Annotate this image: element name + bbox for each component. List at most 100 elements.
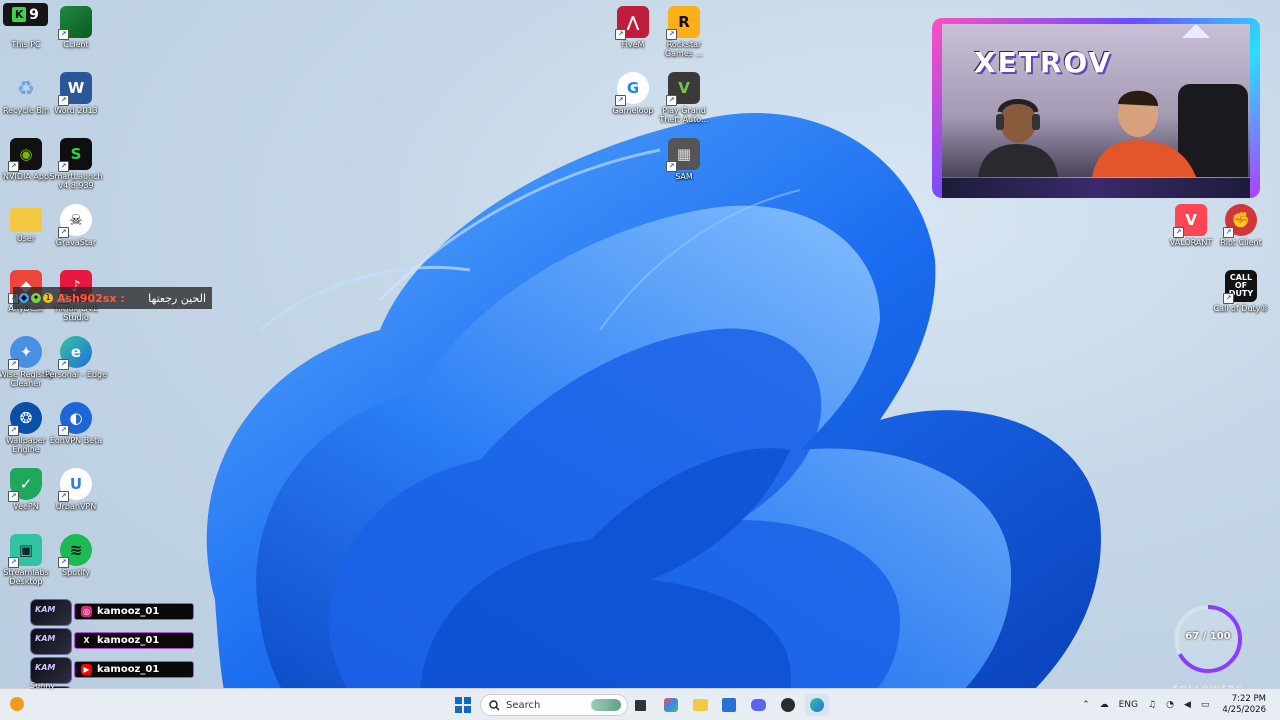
gameloop-icon: G ↗ xyxy=(615,72,649,106)
wallpaper-engine-icon: ❂ ↗ xyxy=(8,402,42,436)
chat-username: Ash902sx : xyxy=(57,291,125,305)
social-row-x: KAM X kamooz_01 xyxy=(24,628,194,655)
eonvpn-icon: ◐ ↗ xyxy=(58,402,92,436)
widgets-icon xyxy=(664,698,678,712)
badge-icon: ✦ xyxy=(31,293,41,303)
desktop-icon-client[interactable]: ↗ CLient xyxy=(44,4,108,66)
taskbar-app-obs[interactable] xyxy=(776,694,800,716)
desktop-icon-urbanvpn[interactable]: U ↗ UrbanVPN xyxy=(44,466,108,528)
social-handle: kamooz_01 xyxy=(97,664,160,675)
badge-icon: ◆ xyxy=(19,293,29,303)
taskbar-app-edge[interactable] xyxy=(805,694,829,716)
desktop-icon-gravastar[interactable]: ☠ ↗ GravaStar xyxy=(44,202,108,264)
desktop-icon-label: Word 2013 xyxy=(54,106,98,115)
desktop-icon-label: SmartLaunch v4.8.939 xyxy=(49,172,103,190)
veepn-shield-icon: ✓ ↗ xyxy=(8,468,42,502)
webcam-frame-bar xyxy=(942,178,1250,198)
streamer-1 xyxy=(978,99,1058,177)
kick-icon: K xyxy=(12,7,27,22)
folder-icon xyxy=(10,208,42,232)
desktop-icon-word-2013[interactable]: W ↗ Word 2013 xyxy=(44,70,108,132)
edge-icon: e ↗ xyxy=(58,336,92,370)
chat-overlay-message: ◆ ✦ 1 Ash902sx : الحين رجعتها xyxy=(13,287,212,309)
network-tray-icon[interactable]: ☁ xyxy=(1100,700,1109,710)
gravastar-icon: ☠ ↗ xyxy=(58,204,92,238)
social-row-instagram: KAM ◎ kamooz_01 xyxy=(24,599,194,626)
desktop-icon-label: CLient xyxy=(63,40,89,49)
system-tray: ⌃ ☁ ENG ♫ ◔ ◀ ▭ 7:22 PM 4/25/2026 xyxy=(1077,689,1280,720)
goal-count: 67 / 100 xyxy=(1185,631,1231,642)
desktop-icon-sam[interactable]: ▦ ↗ SAM xyxy=(652,136,716,198)
taskbar-app-file-explorer[interactable] xyxy=(688,694,712,716)
desktop-icon-gta[interactable]: V ↗ Play Grand Theft Auto... xyxy=(652,70,716,132)
taskbar-search[interactable]: Search xyxy=(480,694,628,716)
desktop-icon-smartlaunch[interactable]: S ↗ SmartLaunch v4.8.939 xyxy=(44,136,108,198)
desktop-icon-label: Riot Client xyxy=(1220,238,1262,247)
recycle-bin-icon: ♻ xyxy=(17,76,35,100)
sam-icon: ▦ ↗ xyxy=(666,138,700,172)
volume-icon[interactable]: ◀ xyxy=(1184,700,1191,710)
social-pill: ▶ kamooz_01 xyxy=(74,661,194,678)
social-pill: ◎ kamooz_01 xyxy=(74,603,194,620)
clock-time: 7:22 PM xyxy=(1231,694,1266,704)
search-placeholder: Search xyxy=(506,699,541,711)
word-icon: W ↗ xyxy=(58,72,92,106)
desktop: K 9 This PC ↗ CLient ♻ Recycle Bin W ↗ Wo… xyxy=(0,0,1280,720)
obs-icon xyxy=(781,698,795,712)
clock[interactable]: 7:22 PM 4/25/2026 xyxy=(1222,694,1266,716)
microphone-icon[interactable]: ♫ xyxy=(1148,700,1156,710)
wifi-icon[interactable]: ◔ xyxy=(1166,700,1174,710)
social-handle: kamooz_01 xyxy=(97,635,160,646)
desktop-icon-label: UrbanVPN xyxy=(55,502,97,511)
nvidia-icon: ◉ ↗ xyxy=(8,138,42,172)
desktop-icon-rockstar-games[interactable]: R ↗ Rockstar Games ... xyxy=(652,4,716,66)
fivem-icon: ⋀ ↗ xyxy=(615,6,649,40)
task-view-icon xyxy=(634,699,646,711)
desktop-icon-personal-edge[interactable]: e ↗ Personal - Edge xyxy=(44,334,108,396)
webcam-logo: XETROV xyxy=(974,46,1113,79)
taskbar-app-widgets[interactable] xyxy=(659,694,683,716)
desktop-icon-label: EonVPN Beta xyxy=(49,436,103,445)
desktop-icon-riot-client[interactable]: ✊ ↗ Riot Client xyxy=(1209,202,1273,264)
x-icon: X xyxy=(81,635,92,646)
taskbar-app-discord[interactable] xyxy=(746,694,770,716)
desktop-icon-label: Play Grand Theft Auto... xyxy=(659,106,709,124)
weather-sun-icon[interactable] xyxy=(10,697,24,711)
taskbar-app-store[interactable] xyxy=(717,694,741,716)
desktop-icon-call-of-duty[interactable]: CALL OF DUTY ↗ Call of Duty® xyxy=(1209,268,1273,330)
spotify-icon: ≋ ↗ xyxy=(58,534,92,568)
counter-value: 9 xyxy=(29,6,39,23)
desktop-icon-label: Rockstar Games ... xyxy=(664,40,704,58)
channel-logo: KAM xyxy=(30,628,72,655)
start-button[interactable] xyxy=(451,694,475,716)
battery-icon[interactable]: ▭ xyxy=(1201,700,1210,710)
search-highlight-icon xyxy=(591,699,621,711)
social-pill: X kamooz_01 xyxy=(74,632,194,649)
desktop-icon-eonvpn-beta[interactable]: ◐ ↗ EonVPN Beta xyxy=(44,400,108,462)
gta-v-icon: V ↗ xyxy=(666,72,700,106)
call-of-duty-icon: CALL OF DUTY ↗ xyxy=(1223,270,1257,304)
desktop-icon-label: Personal - Edge xyxy=(44,370,108,379)
taskbar: Sunny Search ⌃ ☁ ENG ♫ ◔ ◀ ▭ 7:22 PM 4/2… xyxy=(0,681,1280,720)
urbanvpn-icon: U ↗ xyxy=(58,468,92,502)
streamer-2 xyxy=(1092,90,1196,177)
social-handle: kamooz_01 xyxy=(97,606,160,617)
streamlabs-icon: ▣ ↗ xyxy=(8,534,42,568)
riot-client-icon: ✊ ↗ xyxy=(1223,204,1257,238)
valorant-icon: V ↗ xyxy=(1173,204,1207,238)
channel-logo: KAM xyxy=(30,599,72,626)
wise-registry-icon: ✦ ↗ xyxy=(8,336,42,370)
edge-icon xyxy=(810,698,824,712)
language-indicator[interactable]: ENG xyxy=(1119,700,1138,710)
task-view-button[interactable] xyxy=(628,694,652,716)
desktop-icon-label: SAM xyxy=(675,172,693,181)
chat-badges: ◆ ✦ 1 xyxy=(19,293,53,303)
store-icon xyxy=(722,698,736,712)
follower-goal-ring: 67 / 100 xyxy=(1170,601,1246,677)
chevron-up-icon[interactable]: ⌃ xyxy=(1082,700,1090,710)
desktop-icon-spotify[interactable]: ≋ ↗ Spotify xyxy=(44,532,108,594)
chat-message: الحين رجعتها xyxy=(148,291,206,305)
youtube-icon: ▶ xyxy=(81,664,92,675)
rockstar-icon: R ↗ xyxy=(666,6,700,40)
stream-counter-hud: K 9 xyxy=(3,3,48,26)
